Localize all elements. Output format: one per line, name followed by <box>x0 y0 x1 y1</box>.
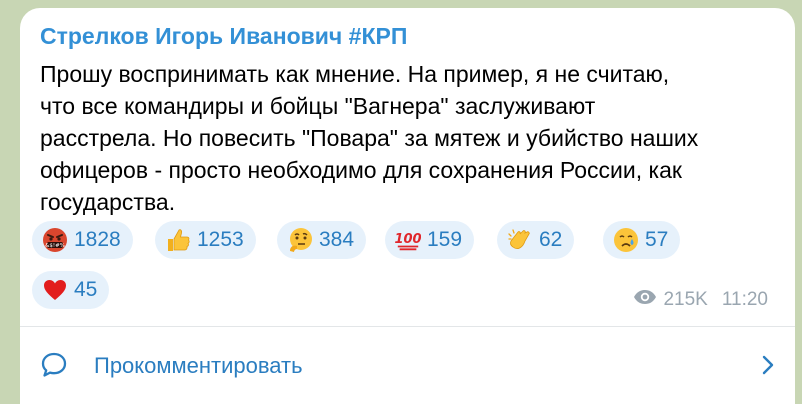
message-card: Стрелков Игорь Иванович #КРП Прошу воспр… <box>20 8 795 404</box>
hundred-points-icon: 100 <box>395 227 421 253</box>
comment-button[interactable]: Прокомментировать <box>20 327 795 404</box>
svg-text:&$!#%: &$!#% <box>45 243 65 249</box>
message-meta: 215K 11:20 <box>633 289 768 311</box>
message-line: Прошу воспринимать как мнение. На пример… <box>40 61 670 87</box>
comment-label: Прокомментировать <box>94 353 303 378</box>
red-heart-icon <box>42 277 68 303</box>
message-text: Прошу воспринимать как мнение. На пример… <box>40 58 780 218</box>
message-line: расстрела. Но повесить "Повара" за мятеж… <box>40 125 699 151</box>
svg-text:100: 100 <box>395 232 421 247</box>
reaction-count: 45 <box>74 278 98 301</box>
message-line: офицеров - просто необходимо для сохране… <box>40 157 682 183</box>
thumbs-up-icon <box>165 227 191 253</box>
reaction-count: 159 <box>427 228 463 251</box>
reaction-chip-hundred[interactable]: 100 159 <box>385 221 475 259</box>
reaction-count: 57 <box>645 228 669 251</box>
clapping-hands-icon <box>507 227 533 253</box>
view-count: 215K <box>663 289 708 310</box>
cursing-face-icon: &$!#% <box>42 227 68 253</box>
message-time: 11:20 <box>721 289 768 310</box>
eye-icon <box>633 289 657 311</box>
reaction-count: 384 <box>319 228 355 251</box>
reaction-chip-clapping[interactable]: 62 <box>497 221 575 259</box>
reaction-count: 1828 <box>74 228 121 251</box>
reaction-chip-cursing[interactable]: &$!#% 1828 <box>32 221 133 259</box>
reaction-chip-thinking[interactable]: 384 <box>277 221 367 259</box>
thinking-face-icon <box>287 227 313 253</box>
comment-bubble-icon <box>40 351 68 384</box>
reaction-chip-thumbs-up[interactable]: 1253 <box>155 221 256 259</box>
reaction-count: 1253 <box>197 228 244 251</box>
channel-author[interactable]: Стрелков Игорь Иванович #КРП <box>40 23 407 50</box>
chevron-right-icon <box>761 354 775 381</box>
crying-face-icon <box>613 227 639 253</box>
reaction-count: 62 <box>539 228 563 251</box>
reaction-chip-crying[interactable]: 57 <box>603 221 681 259</box>
reaction-chip-heart[interactable]: 45 <box>32 271 110 309</box>
message-line: государства. <box>40 189 176 215</box>
message-line: что все командиры и бойцы "Вагнера" засл… <box>40 93 596 119</box>
